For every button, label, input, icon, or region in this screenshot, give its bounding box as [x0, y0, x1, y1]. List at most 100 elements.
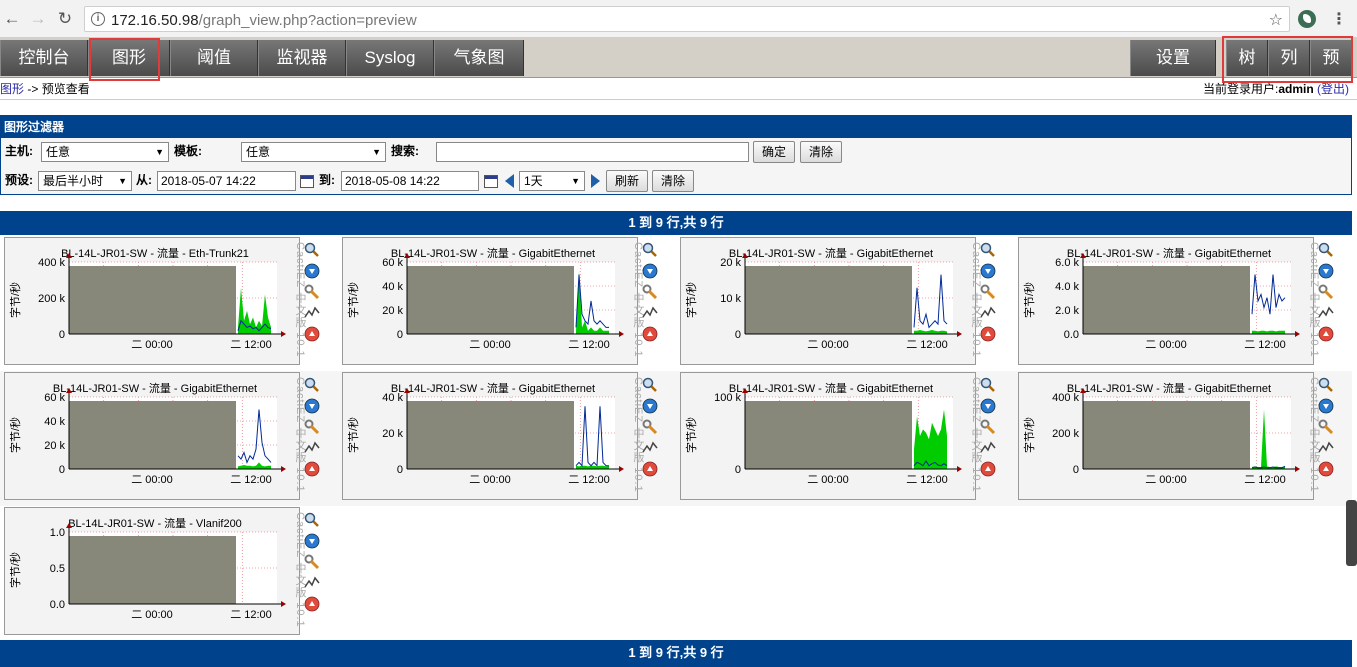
trend-icon[interactable]: [1318, 305, 1334, 321]
trend-icon[interactable]: [304, 440, 320, 456]
y-axis-arrow: [1080, 388, 1086, 393]
up-icon[interactable]: [304, 461, 320, 477]
x-tick-label: 二 12:00: [230, 474, 272, 486]
up-icon[interactable]: [304, 596, 320, 612]
zoom-icon[interactable]: [980, 377, 996, 393]
edit-icon[interactable]: [1318, 419, 1334, 435]
x-tick-label: 二 12:00: [568, 474, 610, 486]
browser-menu-icon[interactable]: ⋮: [1331, 9, 1347, 29]
calendar-icon[interactable]: [484, 175, 498, 188]
graph-plot: 40 k 20 k 0 二 00:00 二 12:00: [382, 388, 624, 486]
up-icon[interactable]: [1318, 326, 1334, 342]
trend-icon[interactable]: [980, 305, 996, 321]
graph-image[interactable]: BL-14L-JR01-SW - 流量 - GigabitEthernet 字节/…: [1018, 372, 1320, 500]
edit-icon[interactable]: [304, 419, 320, 435]
template-select[interactable]: 任意 ▼: [241, 142, 386, 162]
zoom-icon[interactable]: [642, 377, 658, 393]
from-label: 从:: [136, 173, 152, 187]
zoom-icon[interactable]: [304, 512, 320, 528]
graph-image[interactable]: BL-14L-JR01-SW - 流量 - GigabitEthernet 字节/…: [680, 237, 982, 365]
calendar-icon[interactable]: [300, 175, 314, 188]
up-icon[interactable]: [980, 461, 996, 477]
breadcrumb-link-graphs[interactable]: 图形: [0, 82, 24, 96]
edit-icon[interactable]: [304, 554, 320, 570]
scrollbar-thumb[interactable]: [1346, 500, 1357, 566]
edit-icon[interactable]: [304, 284, 320, 300]
graph-image[interactable]: BL-14L-JR01-SW - 流量 - Vlanif200 字节/秒 Cacti…: [4, 507, 306, 635]
edit-icon[interactable]: [980, 419, 996, 435]
tab-syslog[interactable]: Syslog: [346, 40, 434, 76]
up-icon[interactable]: [304, 326, 320, 342]
shift-right-arrow-icon[interactable]: [591, 174, 600, 188]
ok-button[interactable]: 确定: [753, 141, 795, 163]
download-icon[interactable]: [304, 263, 320, 279]
template-select-value: 任意: [246, 145, 271, 159]
zoom-icon[interactable]: [304, 377, 320, 393]
host-select[interactable]: 任意 ▼: [41, 142, 169, 162]
tab-console[interactable]: 控制台: [0, 40, 88, 76]
url-path: /graph_view.php?action=preview: [198, 12, 417, 29]
download-icon[interactable]: [642, 398, 658, 414]
browser-toolbar: ← → ↻ i 172.16.50.98/graph_view.php?acti…: [0, 0, 1357, 38]
x-tick-label: 二 12:00: [1244, 474, 1286, 486]
up-icon[interactable]: [642, 461, 658, 477]
edit-icon[interactable]: [642, 419, 658, 435]
back-arrow-icon[interactable]: ←: [2, 9, 22, 29]
up-icon[interactable]: [980, 326, 996, 342]
pagination-top: 1 到 9 行,共 9 行: [0, 211, 1352, 235]
clear-button[interactable]: 清除: [800, 141, 842, 163]
graph-plot: 400 k 200 k 0 二 00:00 二 12:00: [1052, 388, 1300, 486]
graph-image[interactable]: BL-14L-JR01-SW - 流量 - Eth-Trunk21 字节/秒 Cac…: [4, 237, 306, 365]
reload-icon[interactable]: ↻: [55, 9, 75, 29]
y-axis-arrow: [404, 388, 410, 393]
edit-icon[interactable]: [1318, 284, 1334, 300]
edit-icon[interactable]: [642, 284, 658, 300]
download-icon[interactable]: [642, 263, 658, 279]
trend-icon[interactable]: [980, 440, 996, 456]
tab-weathermap[interactable]: 气象图: [434, 40, 524, 76]
refresh-button[interactable]: 刷新: [606, 170, 648, 192]
download-icon[interactable]: [980, 398, 996, 414]
tab-thresholds[interactable]: 阈值: [170, 40, 258, 76]
to-date-input[interactable]: 2018-05-08 14:22: [341, 171, 479, 191]
trend-icon[interactable]: [1318, 440, 1334, 456]
tab-settings[interactable]: 设置: [1130, 40, 1216, 76]
evernote-extension-icon[interactable]: [1298, 10, 1316, 28]
download-icon[interactable]: [980, 263, 996, 279]
bookmark-star-icon[interactable]: ☆: [1269, 10, 1283, 30]
trend-icon[interactable]: [642, 305, 658, 321]
clear-dates-button[interactable]: 清除: [652, 170, 694, 192]
y-tick-label: 40 k: [382, 281, 403, 293]
download-icon[interactable]: [1318, 398, 1334, 414]
info-icon[interactable]: i: [91, 12, 105, 26]
download-icon[interactable]: [304, 533, 320, 549]
tab-monitor[interactable]: 监视器: [258, 40, 346, 76]
zoom-icon[interactable]: [304, 242, 320, 258]
zoom-icon[interactable]: [1318, 242, 1334, 258]
forward-arrow-icon[interactable]: →: [28, 9, 48, 29]
y-tick-label: 20 k: [382, 305, 403, 317]
graph-image[interactable]: BL-14L-JR01-SW - 流量 - GigabitEthernet 字节/…: [4, 372, 306, 500]
download-icon[interactable]: [304, 398, 320, 414]
graph-image[interactable]: BL-14L-JR01-SW - 流量 - GigabitEthernet 字节/…: [342, 372, 644, 500]
edit-icon[interactable]: [980, 284, 996, 300]
from-date-input[interactable]: 2018-05-07 14:22: [157, 171, 296, 191]
preset-select[interactable]: 最后半小时 ▼: [38, 171, 132, 191]
shift-left-arrow-icon[interactable]: [505, 174, 514, 188]
address-bar[interactable]: i 172.16.50.98/graph_view.php?action=pre…: [84, 6, 1290, 32]
download-icon[interactable]: [1318, 263, 1334, 279]
logout-link[interactable]: (登出): [1317, 82, 1349, 96]
graph-image[interactable]: BL-14L-JR01-SW - 流量 - GigabitEthernet 字节/…: [342, 237, 644, 365]
zoom-icon[interactable]: [642, 242, 658, 258]
zoom-icon[interactable]: [980, 242, 996, 258]
up-icon[interactable]: [642, 326, 658, 342]
timespan-select[interactable]: 1天 ▼: [519, 171, 585, 191]
search-input[interactable]: [436, 142, 749, 162]
up-icon[interactable]: [1318, 461, 1334, 477]
zoom-icon[interactable]: [1318, 377, 1334, 393]
graph-image[interactable]: BL-14L-JR01-SW - 流量 - GigabitEthernet 字节/…: [1018, 237, 1320, 365]
trend-icon[interactable]: [304, 575, 320, 591]
trend-icon[interactable]: [642, 440, 658, 456]
trend-icon[interactable]: [304, 305, 320, 321]
graph-image[interactable]: BL-14L-JR01-SW - 流量 - GigabitEthernet 字节/…: [680, 372, 982, 500]
